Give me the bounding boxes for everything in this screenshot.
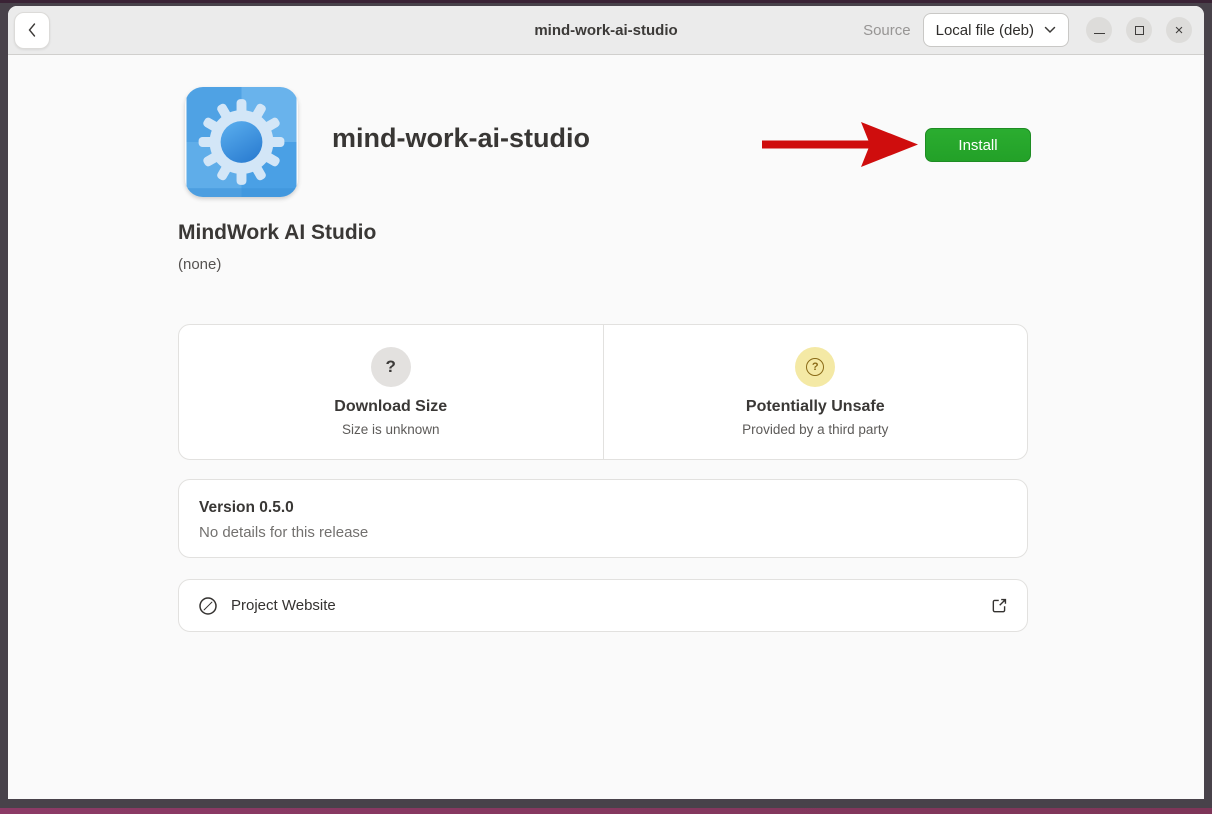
version-title: Version 0.5.0 <box>199 499 1007 517</box>
tile-subtitle: Size is unknown <box>342 422 440 437</box>
context-tiles-card: ? Download Size Size is unknown ? Potent… <box>178 324 1028 460</box>
desktop-background: mind-work-ai-studio Source Local file (d… <box>0 0 1212 814</box>
software-app-window: mind-work-ai-studio Source Local file (d… <box>8 6 1204 799</box>
circled-question-glyph: ? <box>806 358 824 376</box>
gear-app-icon <box>185 87 298 197</box>
version-subtitle: No details for this release <box>199 524 1007 541</box>
question-glyph: ? <box>812 362 819 373</box>
header-right-cluster: Source Local file (deb) × <box>863 13 1192 47</box>
source-dropdown[interactable]: Local file (deb) <box>923 13 1069 47</box>
unsafe-question-icon: ? <box>795 347 835 387</box>
window-controls: × <box>1086 17 1192 43</box>
close-button[interactable]: × <box>1166 17 1192 43</box>
license-text: (none) <box>178 256 221 273</box>
website-label: Project Website <box>231 597 336 614</box>
minimize-button[interactable] <box>1086 17 1112 43</box>
page-title: mind-work-ai-studio <box>332 123 590 154</box>
developer-name: MindWork AI Studio <box>178 221 376 245</box>
close-icon: × <box>1175 23 1184 38</box>
source-dropdown-value: Local file (deb) <box>936 22 1034 39</box>
version-card[interactable]: Version 0.5.0 No details for this releas… <box>178 479 1028 558</box>
chevron-left-icon <box>24 21 40 39</box>
tile-title: Potentially Unsafe <box>746 398 885 416</box>
app-details-page: mind-work-ai-studio Install MindWork AI … <box>8 56 1204 799</box>
header-bar: mind-work-ai-studio Source Local file (d… <box>8 6 1204 55</box>
question-glyph: ? <box>386 357 396 377</box>
safety-tile[interactable]: ? Potentially Unsafe Provided by a third… <box>603 325 1028 459</box>
back-button[interactable] <box>14 12 50 49</box>
minimize-icon <box>1094 33 1105 34</box>
tile-title: Download Size <box>334 398 447 416</box>
desktop-edge-top <box>0 0 1212 3</box>
install-button[interactable]: Install <box>925 128 1031 162</box>
desktop-edge-bottom <box>0 808 1212 814</box>
question-icon: ? <box>371 347 411 387</box>
project-website-row[interactable]: Project Website <box>178 579 1028 632</box>
app-icon <box>185 87 298 197</box>
external-link-icon <box>991 597 1008 614</box>
tile-subtitle: Provided by a third party <box>742 422 888 437</box>
source-label: Source <box>863 22 911 39</box>
compass-icon <box>198 596 218 616</box>
maximize-icon <box>1135 26 1144 35</box>
chevron-down-icon <box>1044 26 1056 34</box>
download-size-tile[interactable]: ? Download Size Size is unknown <box>179 325 603 459</box>
maximize-button[interactable] <box>1126 17 1152 43</box>
annotation-arrow-icon <box>760 120 922 170</box>
